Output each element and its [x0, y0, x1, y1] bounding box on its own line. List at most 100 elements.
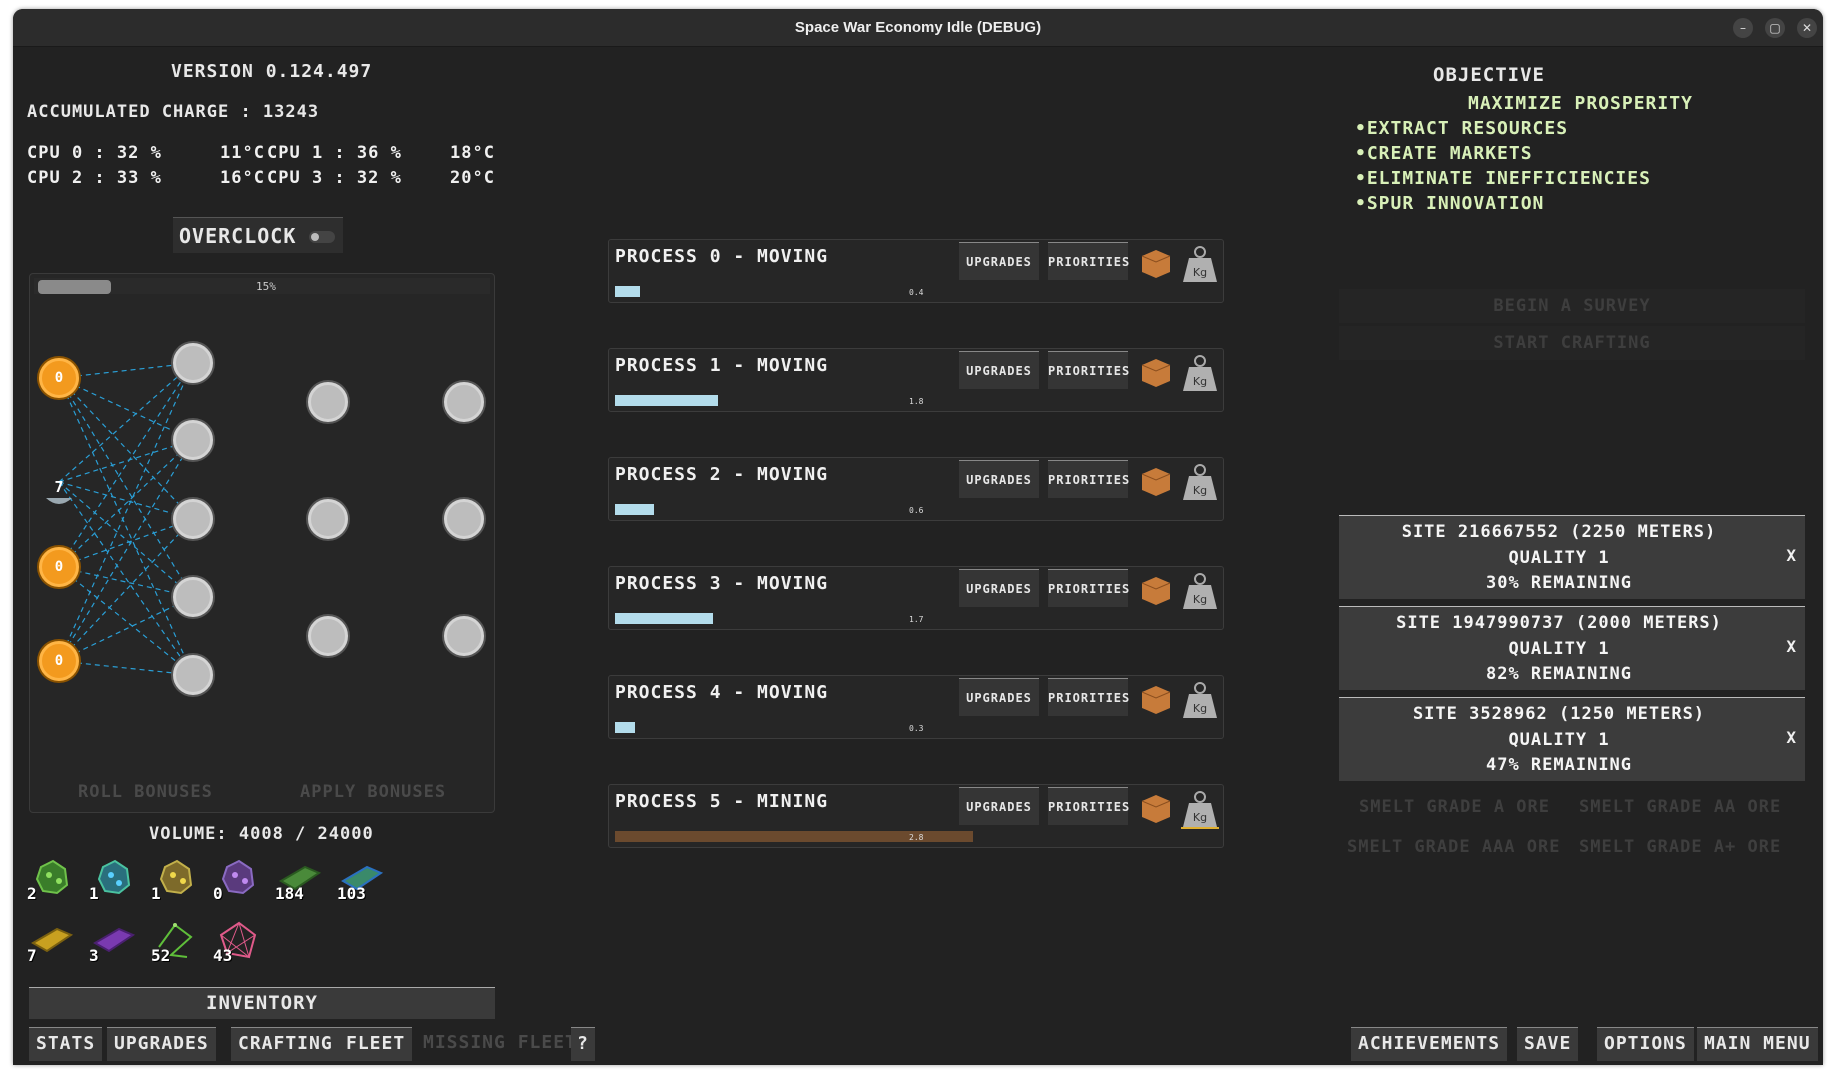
- weight-kg-icon[interactable]: Kg: [1181, 244, 1219, 284]
- site-card[interactable]: SITE 216667552 (2250 METERS) QUALITY 1 3…: [1339, 515, 1805, 599]
- hidden-node[interactable]: [308, 382, 348, 422]
- inventory-count: 7: [27, 946, 37, 965]
- hidden-node[interactable]: [173, 577, 213, 617]
- close-window-button[interactable]: ✕: [1797, 18, 1817, 38]
- output-node[interactable]: [444, 499, 484, 539]
- process-rate: 0.6: [909, 506, 924, 515]
- version-label: VERSION 0.124.497: [171, 61, 373, 82]
- cargo-box-icon[interactable]: [1138, 573, 1174, 609]
- options-button[interactable]: OPTIONS: [1597, 1027, 1694, 1061]
- priorities-button[interactable]: PRIORITIES: [1048, 569, 1129, 607]
- output-node[interactable]: [444, 616, 484, 656]
- cpu-1-usage: CPU 1 : 36 %: [267, 143, 402, 163]
- roll-bonuses-button[interactable]: ROLL BONUSES: [78, 782, 213, 802]
- input-node-3[interactable]: 0: [39, 641, 79, 681]
- network-link: [58, 566, 194, 676]
- upgrades-button[interactable]: UPGRADES: [959, 678, 1039, 716]
- upgrades-button[interactable]: UPGRADES: [959, 351, 1039, 389]
- gold-ingot-icon[interactable]: 7: [27, 917, 75, 965]
- yellow-ore-icon[interactable]: 1: [151, 855, 199, 903]
- weight-kg-icon[interactable]: Kg: [1181, 353, 1219, 393]
- help-button[interactable]: ?: [571, 1027, 595, 1061]
- input-node-2[interactable]: 0: [39, 547, 79, 587]
- priorities-button[interactable]: PRIORITIES: [1048, 460, 1129, 498]
- maximize-button[interactable]: ▢: [1765, 18, 1785, 38]
- smelt-a-button[interactable]: SMELT GRADE A ORE: [1359, 797, 1550, 817]
- fleet-tab[interactable]: FLEET: [339, 1027, 413, 1061]
- network-link: [58, 518, 194, 662]
- svg-text:Kg: Kg: [1193, 702, 1207, 715]
- objective-item: •SPUR INNOVATION: [1355, 193, 1545, 214]
- cargo-box-icon[interactable]: [1138, 355, 1174, 391]
- inventory-count: 2: [27, 884, 37, 903]
- network-links: [58, 362, 194, 676]
- pink-circuit-icon[interactable]: 43: [213, 917, 261, 965]
- inventory-button[interactable]: INVENTORY: [29, 987, 495, 1019]
- apply-bonuses-button[interactable]: APPLY BONUSES: [300, 782, 446, 802]
- cpu-0-usage: CPU 0 : 32 %: [27, 143, 162, 163]
- begin-survey-button[interactable]: BEGIN A SURVEY: [1339, 289, 1805, 323]
- network-link: [58, 439, 194, 568]
- start-crafting-button[interactable]: START CRAFTING: [1339, 326, 1805, 360]
- achievements-button[interactable]: ACHIEVEMENTS: [1351, 1027, 1508, 1061]
- cargo-box-icon[interactable]: [1138, 791, 1174, 827]
- toggle-switch-icon[interactable]: [309, 231, 335, 243]
- hidden-node[interactable]: [173, 499, 213, 539]
- network-link: [58, 439, 194, 662]
- site-card[interactable]: SITE 3528962 (1250 METERS) QUALITY 1 47%…: [1339, 697, 1805, 781]
- minimize-button[interactable]: –: [1733, 18, 1753, 38]
- hidden-node[interactable]: [308, 499, 348, 539]
- network-link: [58, 439, 194, 483]
- output-node[interactable]: [444, 382, 484, 422]
- hidden-node[interactable]: [173, 420, 213, 460]
- smelt-aaa-button[interactable]: SMELT GRADE AAA ORE: [1347, 837, 1560, 857]
- title-bar[interactable]: Space War Economy Idle (DEBUG) – ▢ ✕: [13, 9, 1823, 47]
- priorities-button[interactable]: PRIORITIES: [1048, 787, 1129, 825]
- upgrades-button[interactable]: UPGRADES: [959, 242, 1039, 280]
- priorities-button[interactable]: PRIORITIES: [1048, 678, 1129, 716]
- green-circuit-icon[interactable]: 52: [151, 917, 199, 965]
- weight-kg-icon[interactable]: Kg: [1181, 462, 1219, 502]
- upgrades-button[interactable]: UPGRADES: [959, 460, 1039, 498]
- smelt-a-plus-button[interactable]: SMELT GRADE A+ ORE: [1579, 837, 1781, 857]
- close-site-button[interactable]: X: [1786, 637, 1797, 656]
- objective-main: MAXIMIZE PROSPERITY: [1468, 93, 1693, 114]
- site-card[interactable]: SITE 1947990737 (2000 METERS) QUALITY 1 …: [1339, 606, 1805, 690]
- main-menu-button[interactable]: MAIN MENU: [1697, 1027, 1818, 1061]
- purple-ore-icon[interactable]: 0: [213, 855, 261, 903]
- stats-tab[interactable]: STATS: [29, 1027, 103, 1061]
- save-button[interactable]: SAVE: [1517, 1027, 1579, 1061]
- bias-node-icon[interactable]: [44, 496, 74, 508]
- hidden-node[interactable]: [308, 616, 348, 656]
- purple-ingot-icon[interactable]: 3: [89, 917, 137, 965]
- upgrades-button[interactable]: UPGRADES: [959, 787, 1039, 825]
- priorities-button[interactable]: PRIORITIES: [1048, 242, 1129, 280]
- green-ore-icon[interactable]: 2: [27, 855, 75, 903]
- blue-ingot-icon[interactable]: 103: [337, 855, 385, 903]
- input-node-1[interactable]: 0: [39, 358, 79, 398]
- game-content: VERSION 0.124.497 ACCUMULATED CHARGE : 1…: [13, 47, 1823, 1065]
- crafting-tab[interactable]: CRAFTING: [231, 1027, 340, 1061]
- weight-kg-icon[interactable]: Kg: [1181, 571, 1219, 611]
- site-quality: QUALITY 1: [1508, 730, 1610, 750]
- weight-kg-icon[interactable]: Kg: [1181, 680, 1219, 720]
- green-ingot-icon[interactable]: 184: [275, 855, 323, 903]
- cargo-box-icon[interactable]: [1138, 682, 1174, 718]
- priorities-button[interactable]: PRIORITIES: [1048, 351, 1129, 389]
- site-name: SITE 1947990737 (2000 METERS): [1396, 613, 1722, 633]
- hidden-node[interactable]: [173, 655, 213, 695]
- teal-ore-icon[interactable]: 1: [89, 855, 137, 903]
- close-site-button[interactable]: X: [1786, 728, 1797, 747]
- smelt-aa-button[interactable]: SMELT GRADE AA ORE: [1579, 797, 1781, 817]
- hidden-node[interactable]: [173, 343, 213, 383]
- site-name: SITE 216667552 (2250 METERS): [1401, 522, 1717, 542]
- window-title: Space War Economy Idle (DEBUG): [794, 19, 1042, 36]
- upgrades-tab[interactable]: UPGRADES: [107, 1027, 216, 1061]
- overclock-toggle[interactable]: OVERCLOCK: [173, 217, 343, 253]
- upgrades-button[interactable]: UPGRADES: [959, 569, 1039, 607]
- overclock-label: OVERCLOCK: [179, 224, 297, 248]
- weight-kg-icon[interactable]: Kg: [1181, 789, 1219, 829]
- close-site-button[interactable]: X: [1786, 546, 1797, 565]
- cargo-box-icon[interactable]: [1138, 464, 1174, 500]
- cargo-box-icon[interactable]: [1138, 246, 1174, 282]
